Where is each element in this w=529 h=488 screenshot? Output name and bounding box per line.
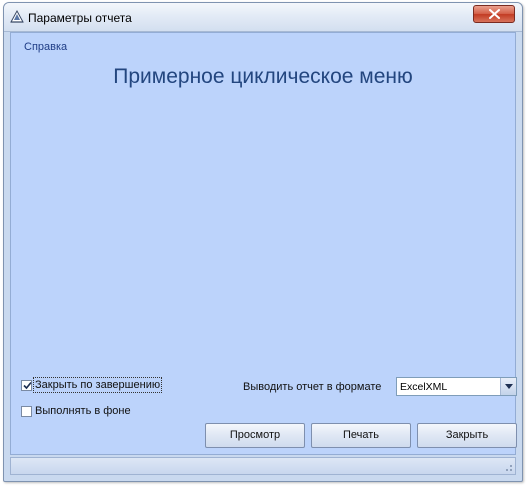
output-format-select[interactable]: ExcelXML (396, 377, 517, 396)
close-on-finish-label: Закрыть по завершению (32, 377, 163, 393)
client-area: Справка Примерное циклическое меню Закры… (10, 32, 517, 455)
resize-grip-icon[interactable] (503, 462, 513, 472)
run-in-background-checkbox[interactable] (21, 405, 32, 417)
print-button[interactable]: Печать (311, 423, 411, 448)
run-in-background-label: Выполнять в фоне (35, 405, 131, 417)
close-icon (489, 9, 500, 19)
output-format-label: Выводить отчет в формате (243, 381, 382, 393)
close-on-finish-checkbox[interactable] (21, 379, 32, 391)
chevron-down-icon (505, 384, 513, 389)
output-format-value: ExcelXML (400, 381, 448, 393)
run-in-background-option[interactable]: Выполнять в фоне (21, 405, 131, 417)
close-on-finish-option[interactable]: Закрыть по завершению (21, 377, 163, 393)
dropdown-button[interactable] (500, 378, 516, 395)
title-bar[interactable]: Параметры отчета (4, 3, 522, 32)
close-window-button[interactable] (473, 5, 515, 23)
preview-button[interactable]: Просмотр (205, 423, 305, 448)
help-menu-link[interactable]: Справка (24, 41, 67, 53)
page-heading: Примерное циклическое меню (113, 65, 413, 88)
app-icon (9, 9, 25, 25)
status-bar (10, 457, 516, 475)
report-parameters-window: Параметры отчета Справка Примерное цикли… (3, 2, 523, 482)
close-button[interactable]: Закрыть (417, 423, 517, 448)
window-title: Параметры отчета (28, 11, 132, 25)
checkmark-icon (23, 381, 32, 389)
